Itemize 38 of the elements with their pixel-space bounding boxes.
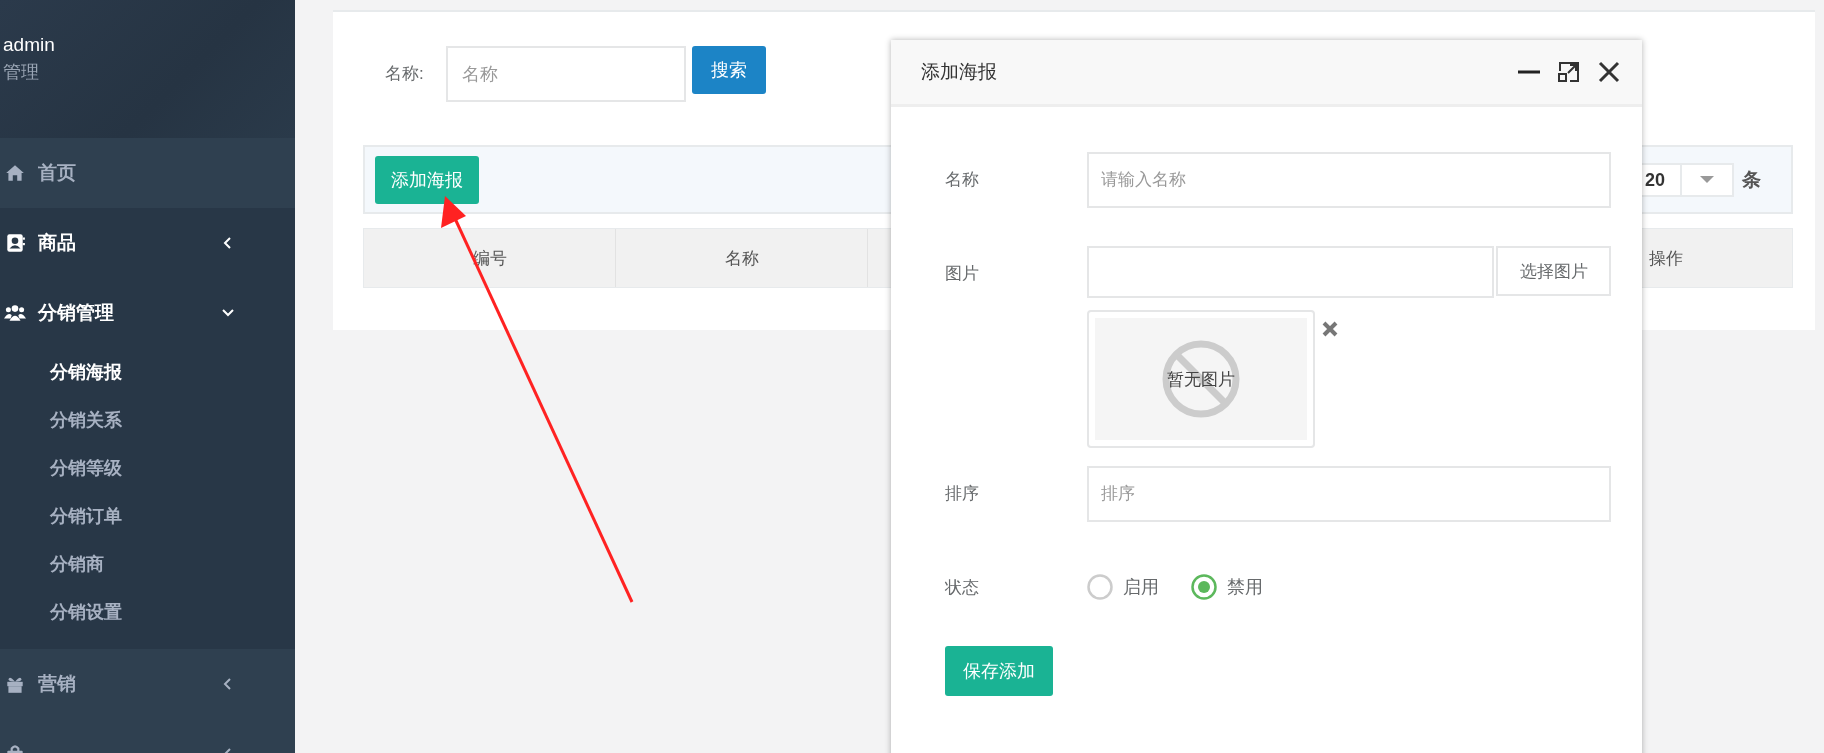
text-field[interactable]: 请输入名称 bbox=[1087, 152, 1611, 208]
search-button[interactable]: 搜索 bbox=[691, 46, 766, 94]
radio-label[interactable]: 启用 bbox=[1123, 575, 1159, 599]
contact-card-icon bbox=[4, 232, 26, 254]
radio-button[interactable] bbox=[1191, 574, 1217, 600]
sidebar-subitem[interactable]: 分销商 bbox=[0, 540, 295, 588]
sidebar-subitem[interactable]: 分销订单 bbox=[0, 492, 295, 540]
maximize-icon[interactable] bbox=[1556, 59, 1582, 85]
column-header: 操作 bbox=[1648, 247, 1684, 270]
column-header: 编号 bbox=[364, 229, 616, 287]
sidebar-subitem[interactable]: 分销关系 bbox=[0, 396, 295, 444]
field-label: 图片 bbox=[945, 263, 980, 285]
sidebar-subitem[interactable]: 分销海报 bbox=[0, 348, 295, 396]
choose-image-button[interactable]: 选择图片 bbox=[1496, 246, 1611, 296]
users-icon bbox=[4, 302, 26, 324]
radio-label[interactable]: 禁用 bbox=[1227, 575, 1263, 599]
image-path-field[interactable] bbox=[1087, 246, 1494, 298]
remove-icon[interactable] bbox=[1321, 320, 1339, 338]
column-header: 名称 bbox=[616, 229, 868, 287]
sidebar-item[interactable]: 营销 bbox=[0, 649, 295, 719]
sidebar-item[interactable]: 首页 bbox=[0, 138, 295, 208]
search-label: 名称: bbox=[385, 63, 424, 85]
search-field[interactable]: 名称 bbox=[445, 46, 686, 102]
user-name: admin bbox=[3, 34, 55, 56]
close-icon[interactable] bbox=[1596, 59, 1622, 85]
user-role: 管理 bbox=[3, 61, 39, 84]
sidebar-subitem[interactable]: 分销设置 bbox=[0, 588, 295, 636]
no-image-text: 暂无图片 bbox=[1167, 368, 1235, 391]
text-field[interactable]: 排序 bbox=[1087, 466, 1611, 522]
radio-button[interactable] bbox=[1087, 574, 1113, 600]
field-label: 状态 bbox=[945, 577, 980, 599]
page-size-unit: 条 bbox=[1742, 167, 1761, 192]
field-label: 名称 bbox=[945, 169, 980, 191]
dialog-title: 添加海报 bbox=[921, 60, 998, 84]
field-label: 排序 bbox=[945, 483, 980, 505]
no-image-icon bbox=[1161, 339, 1241, 419]
caret-icon bbox=[1700, 175, 1714, 184]
sidebar-subitem[interactable]: 分销等级 bbox=[0, 444, 295, 492]
